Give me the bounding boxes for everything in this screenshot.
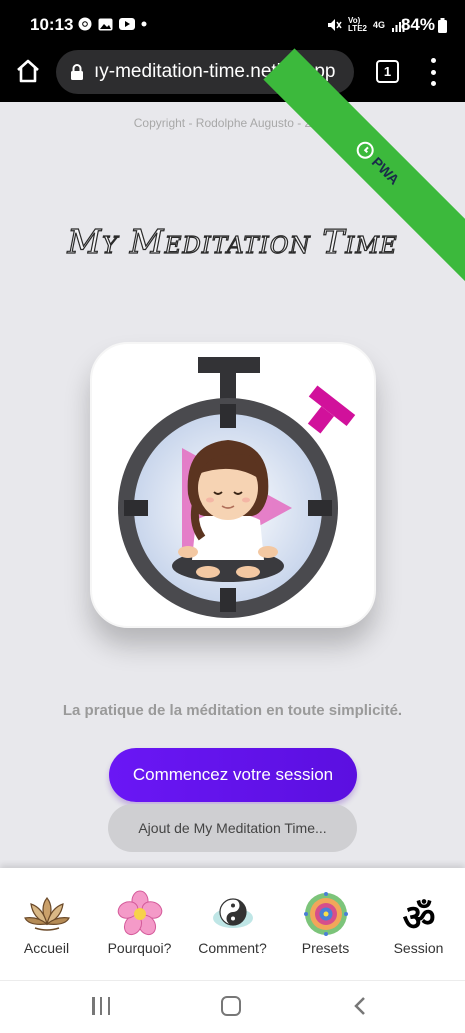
volte-label: Vo) LTE2 [348,17,367,33]
om-icon: ॐ [402,898,435,938]
nav-item-presets[interactable]: Presets [281,890,371,980]
system-navigation-bar [0,980,465,1033]
install-app-button[interactable]: Ajout de My Meditation Time... [108,804,357,852]
home-icon[interactable] [14,57,42,85]
image-icon [98,18,113,30]
app-title: My Meditation Time [67,221,398,261]
flower-icon [117,890,162,936]
tabs-button[interactable]: 1 [376,60,399,83]
nav-item-comment[interactable]: Comment? [188,890,278,980]
copyright-text: Copyright - Rodolphe Augusto - 2021 [133,116,332,130]
nav-item-session[interactable]: ॐ Session [374,890,464,980]
chrome-icon [78,17,92,31]
nav-label-accueil: Accueil [23,940,70,956]
lock-icon [71,64,83,80]
meditation-timer-logo [118,357,356,618]
system-home-icon[interactable] [221,996,241,1016]
network-label: 4G [372,20,385,30]
battery-percent: 84% [400,15,435,34]
tab-count: 1 [383,64,392,79]
status-right-icons: Vo) LTE2 4G [327,17,405,33]
battery-icon [438,17,447,33]
more-vertical-icon[interactable] [427,58,439,86]
pwa-label: PWA [368,153,403,188]
tagline: La pratique de la méditation en toute si… [62,702,403,719]
browser-toolbar: ıy-meditation-time.netlify.app 1 [0,50,465,102]
lotus-icon [23,897,70,931]
battery-status: 84% [401,15,447,35]
recent-apps-icon[interactable] [92,997,110,1015]
volte-bottom: LTE2 [348,24,367,33]
nav-item-pourquoi[interactable]: Pourquoi? [95,890,185,980]
nav-label-comment: Comment? [198,940,267,956]
nav-label-presets: Presets [301,940,350,956]
status-left-icons [78,17,147,31]
status-bar: 10:13 Vo) LTE2 4G 84% [0,0,465,50]
youtube-icon [119,18,135,30]
dot-icon [141,21,147,27]
status-time: 10:13 [30,15,74,34]
bottom-nav: Accueil Pourquoi? Comment? Presets ॐ Ses… [0,868,465,980]
svg-text:ॐ: ॐ [402,898,435,938]
mute-icon [328,19,342,31]
mandala-icon [303,892,348,936]
nav-label-session: Session [393,940,444,956]
app-logo [90,342,376,628]
yin-yang-icon [212,898,253,928]
back-icon[interactable] [352,996,368,1016]
nav-label-pourquoi: Pourquoi? [107,940,172,956]
nav-item-accueil[interactable]: Accueil [2,890,92,980]
start-session-button[interactable]: Commencez votre session [109,748,357,802]
